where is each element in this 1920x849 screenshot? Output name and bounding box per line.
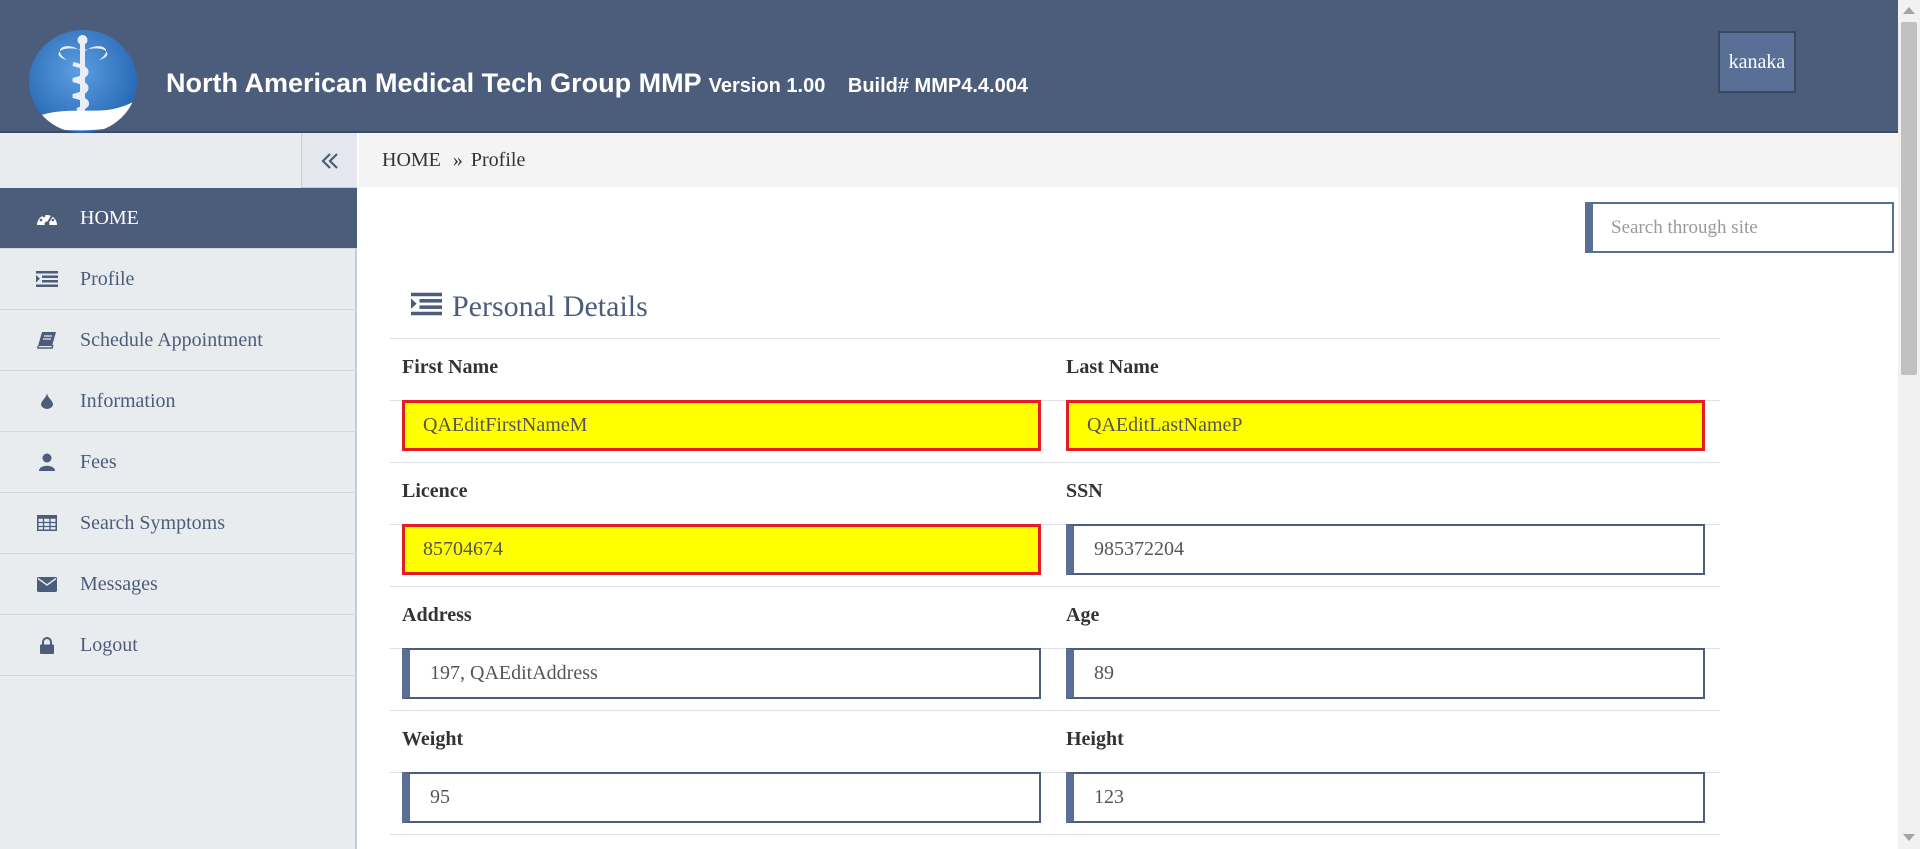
section-title: Personal Details <box>411 290 648 324</box>
page-scrollbar[interactable] <box>1898 0 1920 849</box>
sidebar-item-profile[interactable]: Profile <box>0 249 357 310</box>
sidebar-item-home[interactable]: HOME <box>0 188 357 249</box>
divider <box>390 834 1720 835</box>
lock-icon <box>30 636 64 654</box>
divider <box>390 338 1720 339</box>
sidebar-item-fees[interactable]: Fees <box>0 432 357 493</box>
sidebar: HOME Profile Schedule Appointment Inform… <box>0 133 357 849</box>
divider <box>390 710 1720 711</box>
licence-label: Licence <box>402 480 468 502</box>
list-icon <box>30 271 64 287</box>
caduceus-logo-icon <box>29 30 137 133</box>
sidebar-item-label: Search Symptoms <box>80 511 225 534</box>
first-name-field[interactable] <box>402 400 1041 451</box>
section-title-text: Personal Details <box>452 290 648 323</box>
book-icon <box>30 331 64 349</box>
age-field[interactable] <box>1066 648 1705 699</box>
list-icon <box>411 290 442 324</box>
site-search-input[interactable] <box>1585 202 1894 253</box>
scroll-up-arrow-icon[interactable] <box>1903 7 1915 14</box>
address-field[interactable] <box>402 648 1041 699</box>
double-chevron-left-icon <box>320 141 339 179</box>
breadcrumb-home-link[interactable]: HOME <box>382 149 441 172</box>
user-menu-button[interactable]: kanaka <box>1718 31 1796 93</box>
sidebar-item-search-symptoms[interactable]: Search Symptoms <box>0 493 357 554</box>
table-icon <box>30 515 64 531</box>
ssn-field[interactable] <box>1066 524 1705 575</box>
dashboard-icon <box>30 209 64 227</box>
user-icon <box>30 453 64 471</box>
breadcrumb-current: Profile <box>470 148 526 171</box>
height-label: Height <box>1066 728 1124 750</box>
height-field[interactable] <box>1066 772 1705 823</box>
age-label: Age <box>1066 604 1100 626</box>
weight-field[interactable] <box>402 772 1041 823</box>
app-title: North American Medical Tech Group MMP Ve… <box>166 68 1028 99</box>
collapse-sidebar-button[interactable] <box>301 133 357 188</box>
breadcrumb-separator: » <box>452 148 463 171</box>
last-name-label: Last Name <box>1066 356 1159 378</box>
sidebar-nav: HOME Profile Schedule Appointment Inform… <box>0 188 357 676</box>
sidebar-item-schedule-appointment[interactable]: Schedule Appointment <box>0 310 357 371</box>
envelope-icon <box>30 576 64 592</box>
app-build: Build# MMP4.4.004 <box>847 75 1028 97</box>
sidebar-item-messages[interactable]: Messages <box>0 554 357 615</box>
breadcrumb: HOME » Profile <box>359 133 1898 187</box>
app-name: North American Medical Tech Group MMP <box>166 68 702 98</box>
licence-field[interactable] <box>402 524 1041 575</box>
sidebar-item-label: Information <box>80 389 176 412</box>
sidebar-item-information[interactable]: Information <box>0 371 357 432</box>
last-name-field[interactable] <box>1066 400 1705 451</box>
sidebar-item-logout[interactable]: Logout <box>0 615 357 676</box>
divider <box>390 586 1720 587</box>
address-label: Address <box>402 604 472 626</box>
drop-icon <box>30 393 64 409</box>
weight-label: Weight <box>402 728 464 750</box>
first-name-label: First Name <box>402 356 499 378</box>
app-header: North American Medical Tech Group MMP Ve… <box>0 0 1898 133</box>
divider <box>390 462 1720 463</box>
ssn-label: SSN <box>1066 480 1103 502</box>
app-version: Version 1.00 <box>708 75 826 97</box>
sidebar-item-label: Fees <box>80 450 117 473</box>
sidebar-item-label: Profile <box>80 267 135 290</box>
sidebar-item-label: Messages <box>80 572 158 595</box>
scroll-down-arrow-icon[interactable] <box>1903 834 1915 841</box>
sidebar-item-label: HOME <box>80 206 139 229</box>
sidebar-item-label: Schedule Appointment <box>80 328 263 351</box>
scrollbar-thumb[interactable] <box>1901 22 1917 375</box>
sidebar-item-label: Logout <box>80 633 138 656</box>
